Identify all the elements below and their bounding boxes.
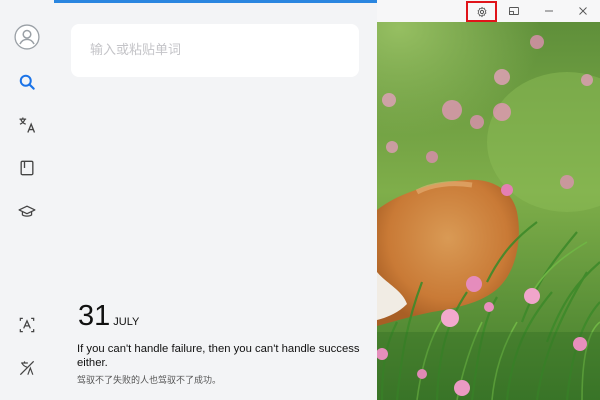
- minimize-icon: [545, 10, 553, 12]
- sidebar-item-notebook[interactable]: [10, 151, 44, 185]
- date-month: JULY: [113, 316, 140, 328]
- close-button[interactable]: [567, 0, 599, 22]
- daily-quote-english: If you can't handle failure, then you ca…: [77, 343, 360, 369]
- search-icon: [19, 74, 35, 90]
- sidebar: [0, 0, 54, 400]
- daily-quote-chinese: 驾驭不了失败的人也驾驭不了成功。: [77, 376, 222, 386]
- pin-window-button[interactable]: [498, 0, 530, 22]
- image-text-icon: [19, 317, 35, 333]
- translate-icon: [19, 117, 36, 133]
- cat-in-grass-image: [377, 22, 600, 400]
- search-input[interactable]: [71, 24, 359, 77]
- avatar-icon: [14, 24, 40, 50]
- sidebar-item-image-translate[interactable]: [10, 308, 44, 342]
- sidebar-item-translate[interactable]: [10, 108, 44, 142]
- daily-background-photo: [377, 22, 600, 400]
- notebook-icon: [20, 160, 34, 176]
- date-day: 31: [78, 300, 111, 332]
- picture-in-picture-icon: [509, 7, 519, 15]
- main-panel: 31 JULY If you can't handle failure, the…: [54, 0, 377, 400]
- screen-translate-icon: [19, 360, 35, 376]
- settings-button[interactable]: [466, 1, 497, 22]
- minimize-button[interactable]: [533, 0, 565, 22]
- sidebar-item-search[interactable]: [10, 65, 44, 99]
- graduation-cap-icon: [18, 205, 36, 217]
- sidebar-item-screen-translate[interactable]: [10, 351, 44, 385]
- avatar[interactable]: [10, 20, 44, 54]
- gear-icon: [477, 6, 486, 17]
- close-icon: [579, 7, 587, 15]
- daily-date: 31 JULY: [78, 302, 139, 331]
- sidebar-item-learn[interactable]: [10, 195, 44, 229]
